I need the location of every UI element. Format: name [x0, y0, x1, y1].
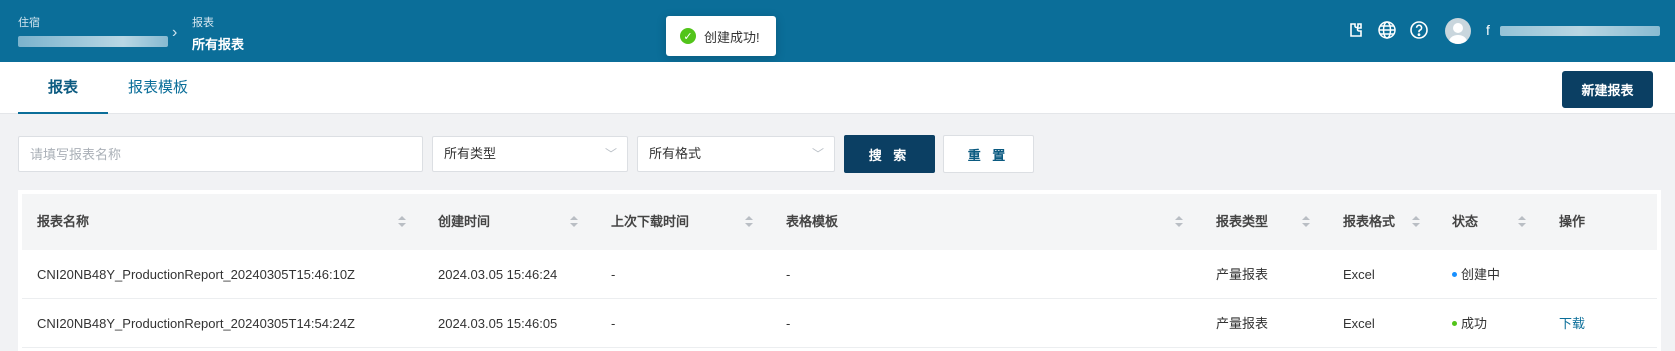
download-link[interactable]: 下载 — [1559, 299, 1585, 348]
sort-icon[interactable] — [398, 216, 406, 228]
table-row: CNI20NB48Y_ProductionReport_20240305T14:… — [22, 299, 1657, 348]
avatar[interactable] — [1445, 18, 1471, 44]
cell-status: 创建中 — [1452, 250, 1500, 299]
cell-last-download: - — [611, 267, 616, 282]
chevron-right-icon: › — [172, 24, 178, 41]
sort-icon[interactable] — [1412, 216, 1420, 228]
tab-report-templates[interactable]: 报表模板 — [118, 62, 198, 114]
sort-icon[interactable] — [745, 216, 753, 228]
col-template: 表格模板 — [786, 214, 839, 229]
search-button[interactable]: 搜 索 — [844, 135, 935, 173]
col-status: 状态 — [1452, 214, 1479, 229]
puzzle-icon[interactable] — [1346, 20, 1366, 40]
username-redacted — [1500, 26, 1660, 36]
breadcrumb-reports[interactable]: 报表 所有报表 — [192, 14, 244, 53]
report-name-search-input[interactable] — [18, 136, 423, 172]
cell-report-type: 产量报表 — [1216, 316, 1269, 331]
status-text: 创建中 — [1461, 267, 1501, 282]
breadcrumb-section-label: 报表 — [192, 17, 214, 29]
cell-last-download: - — [611, 316, 616, 331]
sort-icon[interactable] — [1175, 216, 1183, 228]
report-type-value: 所有类型 — [444, 146, 497, 161]
success-toast: ✓ 创建成功! — [666, 16, 776, 56]
report-format-select[interactable]: 所有格式 ﹀ — [637, 136, 835, 172]
chevron-down-icon: ﹀ — [811, 147, 824, 161]
new-report-button[interactable]: 新建报表 — [1562, 71, 1653, 108]
cell-report-name: CNI20NB48Y_ProductionReport_20240305T14:… — [37, 316, 355, 331]
top-header: 住宿 › 报表 所有报表 f — [0, 0, 1675, 62]
report-type-select[interactable]: 所有类型 ﹀ — [432, 136, 628, 172]
reset-button[interactable]: 重 置 — [943, 135, 1034, 173]
col-report-name: 报表名称 — [37, 214, 90, 229]
sort-icon[interactable] — [1302, 216, 1310, 228]
property-name-redacted — [18, 36, 168, 47]
tab-bar: 报表 报表模板 — [0, 62, 1675, 114]
col-actions: 操作 — [1559, 214, 1586, 229]
cell-report-type: 产量报表 — [1216, 267, 1269, 282]
table-row: CNI20NB48Y_ProductionReport_20240305T15:… — [22, 250, 1657, 299]
col-last-download: 上次下载时间 — [611, 214, 690, 229]
globe-icon[interactable] — [1377, 20, 1397, 40]
col-report-format: 报表格式 — [1343, 214, 1396, 229]
breadcrumb-property-label: 住宿 — [18, 17, 40, 29]
table-header: 报表名称 创建时间 上次下载时间 表格模板 报表类型 报表格式 状态 操作 — [22, 194, 1657, 250]
status-dot-icon — [1452, 321, 1457, 327]
cell-report-format: Excel — [1343, 316, 1375, 331]
page-title: 所有报表 — [192, 37, 245, 52]
sort-icon[interactable] — [1518, 216, 1526, 228]
username[interactable]: f — [1486, 22, 1490, 38]
status-text: 成功 — [1461, 316, 1488, 331]
report-format-value: 所有格式 — [649, 146, 702, 161]
cell-report-format: Excel — [1343, 267, 1375, 282]
col-report-type: 报表类型 — [1216, 214, 1269, 229]
cell-report-name: CNI20NB48Y_ProductionReport_20240305T15:… — [37, 267, 355, 282]
cell-created-time: 2024.03.05 15:46:24 — [438, 267, 558, 282]
chevron-down-icon: ﹀ — [604, 147, 617, 161]
check-circle-icon: ✓ — [680, 28, 696, 44]
toast-message: 创建成功! — [704, 29, 760, 45]
help-icon[interactable] — [1409, 20, 1429, 40]
tab-reports[interactable]: 报表 — [18, 62, 108, 114]
status-dot-icon — [1452, 272, 1457, 278]
cell-status: 成功 — [1452, 299, 1487, 348]
sort-icon[interactable] — [570, 216, 578, 228]
cell-created-time: 2024.03.05 15:46:05 — [438, 316, 558, 331]
reports-table: 报表名称 创建时间 上次下载时间 表格模板 报表类型 报表格式 状态 操作 CN… — [18, 190, 1661, 351]
breadcrumb-property[interactable]: 住宿 — [18, 14, 168, 50]
cell-template: - — [786, 267, 791, 282]
cell-template: - — [786, 316, 791, 331]
col-created-time: 创建时间 — [438, 214, 491, 229]
